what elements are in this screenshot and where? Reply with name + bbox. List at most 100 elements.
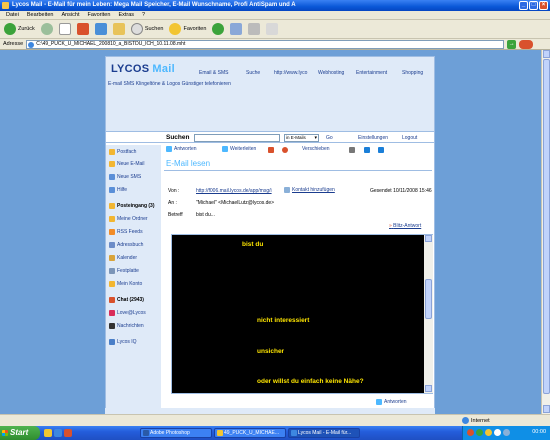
- ie-app-icon: [2, 2, 9, 9]
- links-badge-icon[interactable]: [519, 39, 534, 49]
- menu-edit[interactable]: Bearbeiten: [27, 11, 54, 19]
- from-value[interactable]: http://f006.mail.lycos.de/app/msg/i: [196, 188, 272, 194]
- menu-tools[interactable]: Extras: [118, 11, 134, 19]
- quicklaunch-app-icon[interactable]: [64, 429, 72, 437]
- nav-webhosting[interactable]: Webhosting: [318, 70, 344, 76]
- menu-favorites[interactable]: Favoriten: [88, 11, 111, 19]
- search-input[interactable]: [194, 134, 280, 142]
- message-scroll-down-icon[interactable]: [425, 385, 432, 392]
- tray-icon-4[interactable]: [494, 429, 501, 436]
- task-photoshop[interactable]: Adobe Photoshop: [140, 428, 212, 438]
- news-icon: [109, 323, 115, 329]
- sidebar-item-postfach[interactable]: Postfach: [109, 149, 136, 155]
- sidebar-item-folders[interactable]: Meine Ordner: [109, 216, 148, 222]
- message-scrollbar[interactable]: [424, 235, 433, 393]
- back-button[interactable]: Zurück: [4, 23, 35, 35]
- tray-icon-5[interactable]: [503, 429, 510, 436]
- sidebar-item-iq[interactable]: Lycos IQ: [109, 339, 137, 345]
- sidebar-item-harddisk[interactable]: Festplatte: [109, 268, 139, 274]
- refresh-icon[interactable]: [94, 23, 107, 35]
- tray-icon-1[interactable]: [467, 429, 474, 436]
- sub-navigation[interactable]: E-mail SMS Klingeltöne & Logos Günstiger…: [108, 81, 231, 87]
- nav-suche[interactable]: Suche: [246, 70, 260, 76]
- sidebar-item-new-mail[interactable]: Neue E-Mail: [109, 161, 145, 167]
- tray-icon-2[interactable]: [476, 429, 483, 436]
- sidebar-item-calendar[interactable]: Kalender: [109, 255, 137, 261]
- forward-button[interactable]: Weiterleiten: [222, 146, 256, 152]
- go-arrow-icon[interactable]: →: [507, 39, 517, 49]
- quicklaunch-folder-icon[interactable]: [44, 429, 52, 437]
- mail-icon[interactable]: [230, 23, 243, 35]
- search-icon: [130, 23, 143, 35]
- search-go-button[interactable]: Go: [326, 135, 333, 141]
- minimize-button[interactable]: _: [519, 1, 528, 10]
- start-button[interactable]: Start: [0, 426, 40, 440]
- scroll-thumb[interactable]: [543, 59, 550, 394]
- sidebar-item-chat[interactable]: Chat (2943): [109, 297, 144, 303]
- iq-icon: [109, 339, 115, 345]
- logout-link[interactable]: Logout: [402, 135, 417, 141]
- forward-arrow-icon[interactable]: [40, 23, 53, 35]
- nav-url[interactable]: http://www.lyco: [274, 70, 307, 76]
- sidebar-item-love[interactable]: Love@Lycos: [109, 310, 146, 316]
- nav-entertainment[interactable]: Entertainment: [356, 70, 387, 76]
- contact-icon: [284, 187, 290, 193]
- close-button[interactable]: ×: [539, 1, 548, 10]
- search-button[interactable]: Suchen: [130, 23, 163, 35]
- menu-file[interactable]: Datei: [6, 11, 19, 19]
- print-icon[interactable]: [248, 23, 261, 35]
- sidebar-item-rss[interactable]: RSS Feeds: [109, 229, 143, 235]
- move-button[interactable]: Verschieben: [302, 146, 330, 152]
- favorites-button[interactable]: Favoriten: [169, 23, 206, 35]
- search-scope-select[interactable]: in E-Mails: [284, 134, 319, 142]
- add-contact-button[interactable]: Kontakt hinzufügen: [284, 187, 335, 193]
- chat-icon: [109, 297, 115, 303]
- quicklaunch-ie-icon[interactable]: [54, 429, 62, 437]
- favorites-label: Favoriten: [183, 26, 207, 32]
- sidebar-item-inbox[interactable]: Posteingang (3): [109, 203, 155, 209]
- stop-icon[interactable]: [76, 23, 89, 35]
- quick-reply-link[interactable]: » Blitz-Antwort: [389, 223, 421, 229]
- sidebar-item-account[interactable]: Mein Konto: [109, 281, 142, 287]
- nav-shopping[interactable]: Shopping: [402, 70, 423, 76]
- print-mail-icon[interactable]: [349, 147, 355, 153]
- task-lycos-mail[interactable]: Lycos Mail - E-Mail für...: [288, 428, 360, 438]
- sidebar-item-addressbook[interactable]: Adressbuch: [109, 242, 143, 248]
- tray-icon-3[interactable]: [485, 429, 492, 436]
- sidebar-item-new-sms[interactable]: Neue SMS: [109, 174, 141, 180]
- help-icon: [109, 187, 115, 193]
- page-icon[interactable]: [58, 23, 71, 35]
- lycos-mail-page: LYCOS Mail Email & SMS Suche http://www.l…: [105, 56, 435, 414]
- nav-email-sms[interactable]: Email & SMS: [199, 70, 228, 76]
- scroll-down-icon[interactable]: [543, 405, 550, 413]
- sidebar-item-label: Posteingang (3): [117, 203, 155, 209]
- reply-button[interactable]: Antworten: [166, 146, 197, 152]
- sidebar-item-help[interactable]: Hilfe: [109, 187, 127, 193]
- clock[interactable]: 00:00: [532, 429, 546, 435]
- zone-label: Internet: [471, 417, 490, 424]
- menu-help[interactable]: ?: [142, 11, 145, 19]
- home-icon[interactable]: [112, 23, 125, 35]
- bottom-reply-button[interactable]: Antworten: [376, 399, 407, 405]
- previous-arrow-icon[interactable]: [364, 147, 370, 153]
- delete-icon[interactable]: [268, 147, 274, 153]
- sidebar-item-label: Nachrichten: [117, 323, 144, 329]
- history-icon[interactable]: [212, 23, 225, 35]
- sidebar-item-news[interactable]: Nachrichten: [109, 323, 144, 329]
- task-folder[interactable]: 49_PUCK_U_MICHAE...: [214, 428, 286, 438]
- maximize-button[interactable]: □: [529, 1, 538, 10]
- message-scroll-up-icon[interactable]: [425, 235, 432, 242]
- menu-view[interactable]: Ansicht: [61, 11, 79, 19]
- address-input[interactable]: C:\49_PUCK_U_MICHAEL_200810_a_BISTDU_ICH…: [26, 39, 505, 49]
- lycos-logo[interactable]: LYCOS Mail: [111, 63, 175, 75]
- message-line: bist du: [242, 241, 264, 248]
- mailbox-icon: [109, 149, 115, 155]
- next-arrow-icon[interactable]: [378, 147, 384, 153]
- spam-icon[interactable]: [282, 147, 288, 153]
- new-mail-icon: [109, 161, 115, 167]
- message-scroll-thumb[interactable]: [425, 279, 432, 319]
- edit-icon[interactable]: [266, 23, 279, 35]
- vertical-scrollbar[interactable]: [541, 50, 550, 414]
- settings-link[interactable]: Einstellungen: [358, 135, 388, 141]
- scroll-up-icon[interactable]: [543, 50, 550, 58]
